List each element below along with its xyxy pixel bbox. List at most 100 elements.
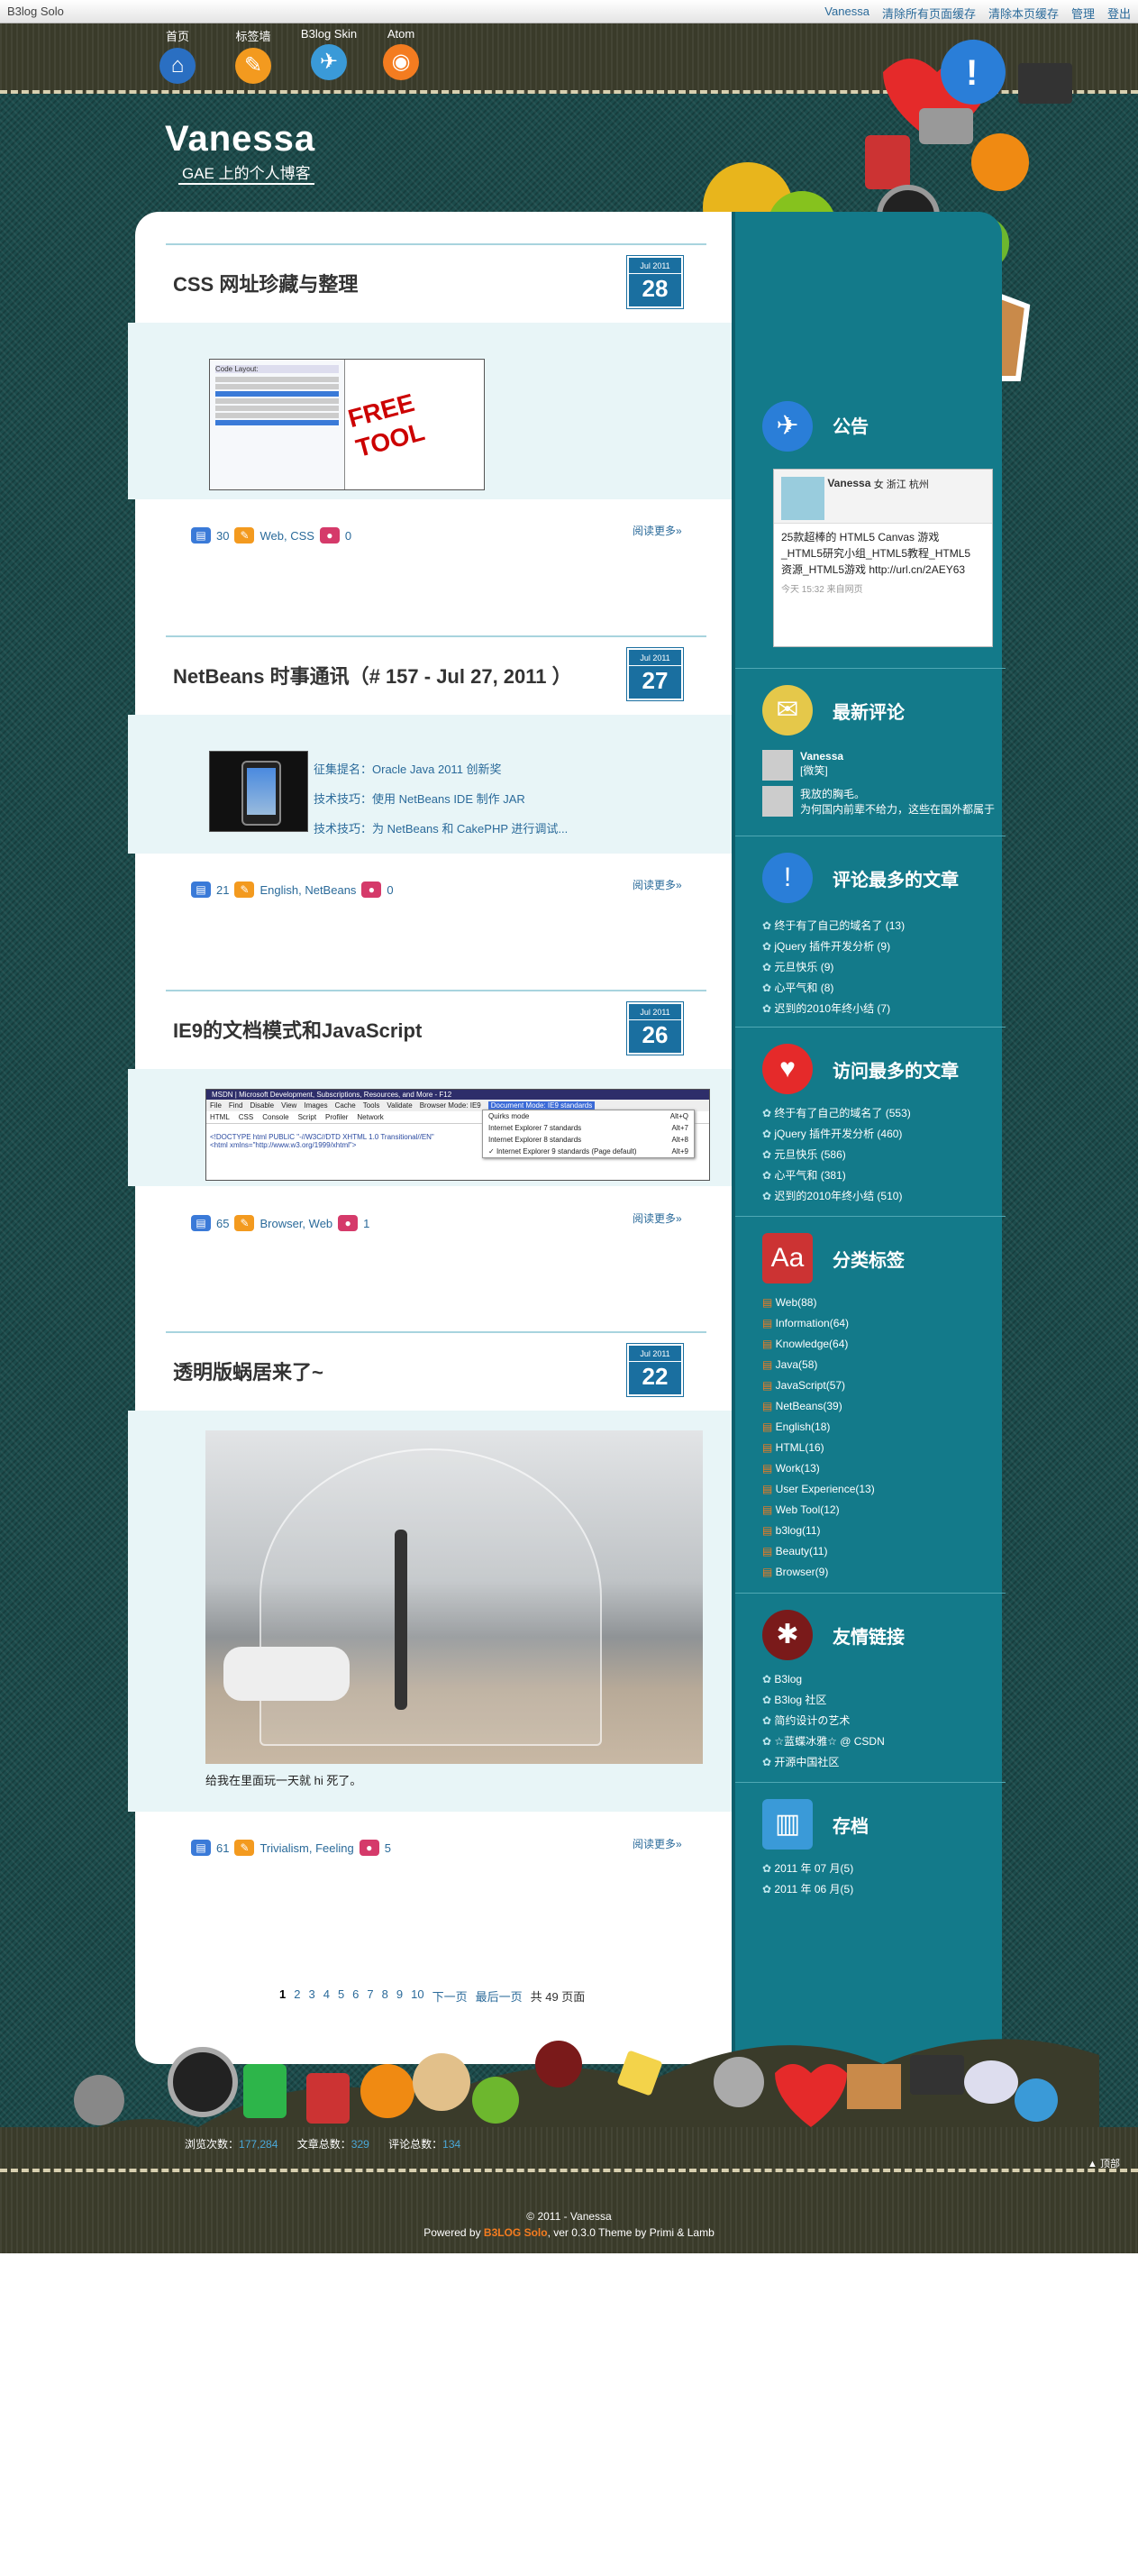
mode-key: Alt+9: [671, 1147, 688, 1156]
friend-link[interactable]: 开源中国社区: [762, 1752, 885, 1773]
read-more-link[interactable]: 阅读更多»: [633, 523, 682, 538]
stat-value: 177,284: [239, 2138, 278, 2151]
page-link[interactable]: 8: [382, 1987, 388, 2005]
article-link[interactable]: 心平气和 (381): [762, 1165, 911, 1186]
post-title[interactable]: NetBeans 时事通讯（# 157 - Jul 27, 2011 ）: [173, 661, 572, 690]
article-link[interactable]: 元旦快乐 (9): [762, 957, 905, 978]
article-link[interactable]: 终于有了自己的域名了 (553): [762, 1103, 910, 1124]
post-thumbnail[interactable]: MSDN | Microsoft Development, Subscripti…: [205, 1089, 710, 1181]
comment-count[interactable]: 30: [216, 529, 229, 543]
page-blank-area: [0, 2253, 1138, 2576]
dev-menu-item: Cache: [334, 1101, 356, 1110]
friend-link[interactable]: ☆蓝蝶冰雅☆ @ CSDN: [762, 1731, 884, 1752]
article-link[interactable]: jQuery 插件开发分析 (460): [762, 1124, 911, 1145]
comment-item[interactable]: Vanessa [微笑]: [762, 750, 995, 786]
camera-sticker: [919, 108, 973, 144]
tag-link[interactable]: English(18): [762, 1417, 875, 1438]
read-more-link[interactable]: 阅读更多»: [633, 877, 682, 892]
article-list: 终于有了自己的域名了 (553) jQuery 插件开发分析 (460) 元旦快…: [762, 1103, 911, 1207]
b3log-logo[interactable]: B3LOG Solo: [484, 2226, 548, 2239]
page-link[interactable]: 7: [367, 1987, 373, 2005]
post-caption: 给我在里面玩一天就 hi 死了。: [205, 1774, 362, 1787]
friend-link[interactable]: 简约设计の艺术: [762, 1711, 885, 1731]
date-day: 28: [629, 273, 681, 303]
tag-link[interactable]: Browser(9): [762, 1562, 875, 1583]
post-title[interactable]: IE9的文档模式和JavaScript: [173, 1015, 422, 1044]
clear-page-cache-link[interactable]: 清除本页缓存: [988, 5, 1059, 22]
article-link[interactable]: 迟到的2010年终小结 (510): [762, 1186, 911, 1207]
post-link[interactable]: 征集提名：Oracle Java 2011 创新奖: [314, 754, 568, 784]
post-title[interactable]: 透明版蜗居来了~: [173, 1357, 323, 1385]
page-link[interactable]: 2: [294, 1987, 300, 2005]
friend-link[interactable]: B3log 社区: [762, 1690, 885, 1711]
site-stats: 浏览次数：177,284 文章总数：329 评论总数：134: [185, 2136, 460, 2151]
page-link[interactable]: 5: [338, 1987, 344, 2005]
splash-sticker: [535, 2041, 582, 2087]
admin-link[interactable]: 管理: [1071, 5, 1095, 22]
last-page-link[interactable]: 最后一页: [476, 1987, 523, 2005]
page-link[interactable]: 9: [396, 1987, 403, 2005]
post-link[interactable]: 技术技巧：使用 NetBeans IDE 制作 JAR: [314, 784, 568, 814]
views-icon: ●: [338, 1215, 359, 1231]
next-page-link[interactable]: 下一页: [432, 1987, 468, 2005]
page-link[interactable]: 10: [411, 1987, 423, 2005]
article-link[interactable]: 元旦快乐 (586): [762, 1145, 911, 1165]
tag-link[interactable]: Beauty(11): [762, 1541, 875, 1562]
tag-link[interactable]: b3log(11): [762, 1521, 875, 1541]
article-link[interactable]: jQuery 插件开发分析 (9): [762, 936, 905, 957]
post-meta: ▤ 65 ✎ Browser, Web ● 1: [191, 1215, 369, 1231]
comment-icon: ✉: [762, 685, 813, 735]
heart-icon: ♥: [762, 1044, 813, 1094]
comment-count[interactable]: 65: [216, 1217, 229, 1230]
tag-link[interactable]: User Experience(13): [762, 1479, 875, 1500]
page-link[interactable]: 4: [323, 1987, 330, 2005]
tag-link[interactable]: HTML(16): [762, 1438, 875, 1458]
friend-link[interactable]: B3log: [762, 1669, 885, 1690]
tag-link[interactable]: Web(88): [762, 1293, 875, 1313]
post-tags[interactable]: Trivialism, Feeling: [259, 1841, 353, 1855]
tag-link[interactable]: Web Tool(12): [762, 1500, 875, 1521]
nav-tags[interactable]: 标签墙 ✎: [217, 27, 289, 84]
post-link[interactable]: 技术技巧：为 NetBeans 和 CakePHP 进行调试...: [314, 814, 568, 844]
comment-item[interactable]: 我放的胸毛。 为何国内前辈不给力，这些在国外都属于: [762, 786, 995, 822]
nav-home[interactable]: 首页 ⌂: [141, 27, 214, 84]
widget-name[interactable]: Vanessa: [827, 477, 870, 489]
post-tags[interactable]: Browser, Web: [259, 1217, 332, 1230]
post-thumbnail[interactable]: [209, 751, 308, 832]
splash-icon: ✱: [762, 1610, 813, 1660]
read-more-link[interactable]: 阅读更多»: [633, 1836, 682, 1851]
article-link[interactable]: 终于有了自己的域名了 (13): [762, 916, 905, 936]
views-icon: ●: [359, 1840, 379, 1856]
page-link[interactable]: 3: [308, 1987, 314, 2005]
nav-skin[interactable]: B3log Skin ✈: [293, 27, 365, 80]
clear-all-cache-link[interactable]: 清除所有页面缓存: [882, 5, 976, 22]
comment-count[interactable]: 61: [216, 1841, 229, 1855]
logout-link[interactable]: 登出: [1107, 5, 1131, 22]
site-title[interactable]: Vanessa: [165, 119, 315, 160]
tag-link[interactable]: Information(64): [762, 1313, 875, 1334]
read-more-link[interactable]: 阅读更多»: [633, 1210, 682, 1226]
post-tags[interactable]: English, NetBeans: [259, 883, 356, 897]
comment-count[interactable]: 21: [216, 883, 229, 897]
brand-link[interactable]: B3log Solo: [7, 5, 64, 18]
bird-icon: ✈: [762, 401, 813, 452]
tag-link[interactable]: JavaScript(57): [762, 1375, 875, 1396]
dev-menu-item: Find: [228, 1101, 243, 1110]
post-thumbnail[interactable]: Code Layout: FREE TOOL: [209, 359, 485, 490]
tag-link[interactable]: NetBeans(39): [762, 1396, 875, 1417]
tag-link[interactable]: Java(58): [762, 1355, 875, 1375]
post-title[interactable]: CSS 网址珍藏与整理: [173, 269, 358, 297]
nav-atom[interactable]: Atom ◉: [365, 27, 437, 80]
archive-link[interactable]: 2011 年 07 月(5): [762, 1859, 853, 1879]
post-image[interactable]: [205, 1430, 703, 1764]
date-month: Jul 2011: [640, 1349, 670, 1358]
page-link[interactable]: 6: [352, 1987, 359, 2005]
tag-link[interactable]: Knowledge(64): [762, 1334, 875, 1355]
article-link[interactable]: 心平气和 (8): [762, 978, 905, 999]
user-link[interactable]: Vanessa: [824, 5, 869, 22]
tag-link[interactable]: Work(13): [762, 1458, 875, 1479]
archive-link[interactable]: 2011 年 06 月(5): [762, 1879, 853, 1900]
article-link[interactable]: 迟到的2010年终小结 (7): [762, 999, 905, 1019]
post-tags[interactable]: Web, CSS: [259, 529, 314, 543]
pagination: 1 2 3 4 5 6 7 8 9 10 下一页 最后一页 共 49 页面: [279, 1987, 585, 2005]
